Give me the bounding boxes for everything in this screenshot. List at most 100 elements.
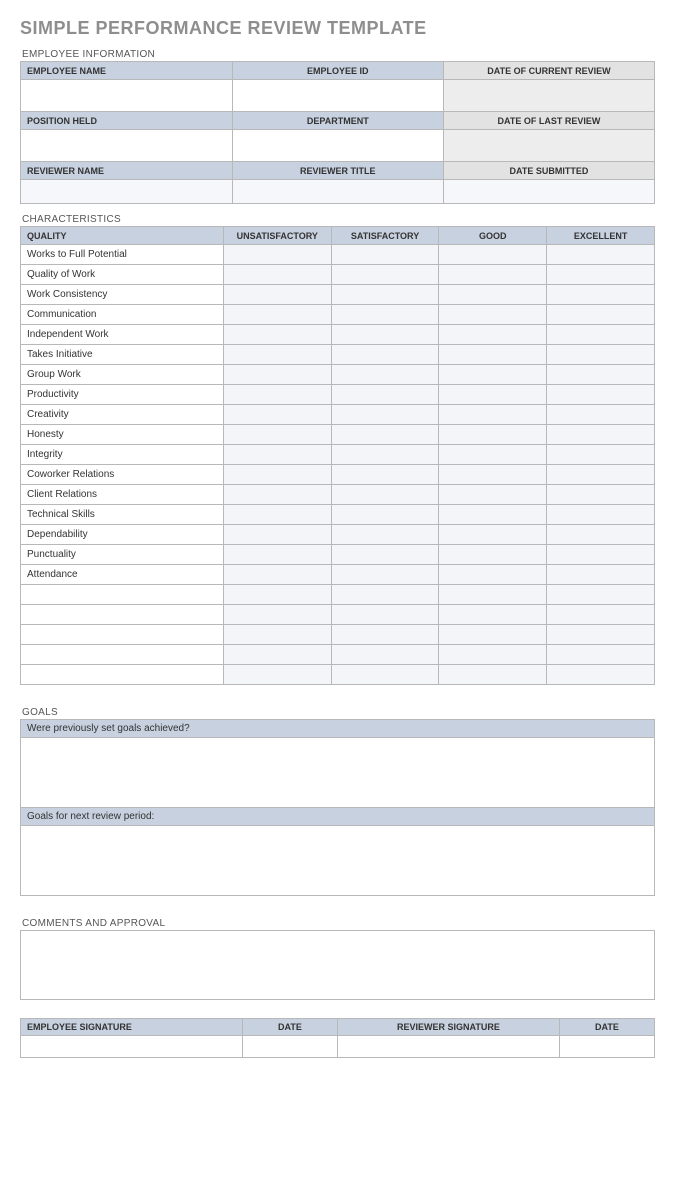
rating-cell[interactable] bbox=[331, 405, 439, 425]
rating-cell[interactable] bbox=[547, 265, 655, 285]
rating-cell[interactable] bbox=[547, 525, 655, 545]
rating-cell[interactable] bbox=[331, 525, 439, 545]
rating-cell[interactable] bbox=[223, 525, 331, 545]
rating-cell[interactable] bbox=[331, 605, 439, 625]
rating-cell[interactable] bbox=[223, 325, 331, 345]
rating-cell[interactable] bbox=[331, 485, 439, 505]
rating-cell[interactable] bbox=[223, 645, 331, 665]
rating-cell[interactable] bbox=[439, 245, 547, 265]
rating-cell[interactable] bbox=[223, 425, 331, 445]
field-employee-id[interactable] bbox=[232, 80, 443, 112]
rating-cell[interactable] bbox=[439, 625, 547, 645]
rating-cell[interactable] bbox=[439, 425, 547, 445]
rating-cell[interactable] bbox=[223, 445, 331, 465]
rating-cell[interactable] bbox=[439, 485, 547, 505]
rating-cell[interactable] bbox=[223, 545, 331, 565]
rating-cell[interactable] bbox=[331, 505, 439, 525]
rating-cell[interactable] bbox=[223, 265, 331, 285]
field-date-2[interactable] bbox=[559, 1036, 654, 1058]
rating-cell[interactable] bbox=[223, 565, 331, 585]
rating-cell[interactable] bbox=[547, 305, 655, 325]
rating-cell[interactable] bbox=[439, 305, 547, 325]
field-goals-prev[interactable] bbox=[21, 738, 655, 808]
rating-cell[interactable] bbox=[439, 565, 547, 585]
rating-cell[interactable] bbox=[331, 325, 439, 345]
rating-cell[interactable] bbox=[547, 245, 655, 265]
rating-cell[interactable] bbox=[547, 585, 655, 605]
rating-cell[interactable] bbox=[439, 265, 547, 285]
rating-cell[interactable] bbox=[439, 545, 547, 565]
field-employee-signature[interactable] bbox=[21, 1036, 243, 1058]
field-reviewer-name[interactable] bbox=[21, 180, 233, 204]
rating-cell[interactable] bbox=[223, 585, 331, 605]
field-reviewer-signature[interactable] bbox=[337, 1036, 559, 1058]
rating-cell[interactable] bbox=[223, 665, 331, 685]
rating-cell[interactable] bbox=[439, 665, 547, 685]
rating-cell[interactable] bbox=[439, 325, 547, 345]
rating-cell[interactable] bbox=[223, 485, 331, 505]
rating-cell[interactable] bbox=[439, 505, 547, 525]
rating-cell[interactable] bbox=[547, 325, 655, 345]
rating-cell[interactable] bbox=[331, 305, 439, 325]
rating-cell[interactable] bbox=[547, 505, 655, 525]
rating-cell[interactable] bbox=[223, 285, 331, 305]
rating-cell[interactable] bbox=[331, 425, 439, 445]
rating-cell[interactable] bbox=[223, 365, 331, 385]
rating-cell[interactable] bbox=[223, 505, 331, 525]
rating-cell[interactable] bbox=[223, 305, 331, 325]
rating-cell[interactable] bbox=[547, 625, 655, 645]
rating-cell[interactable] bbox=[547, 605, 655, 625]
rating-cell[interactable] bbox=[331, 465, 439, 485]
rating-cell[interactable] bbox=[223, 405, 331, 425]
rating-cell[interactable] bbox=[331, 445, 439, 465]
field-department[interactable] bbox=[232, 130, 443, 162]
rating-cell[interactable] bbox=[547, 365, 655, 385]
rating-cell[interactable] bbox=[331, 665, 439, 685]
rating-cell[interactable] bbox=[331, 265, 439, 285]
field-date-submitted[interactable] bbox=[443, 180, 654, 204]
rating-cell[interactable] bbox=[439, 345, 547, 365]
rating-cell[interactable] bbox=[439, 445, 547, 465]
rating-cell[interactable] bbox=[439, 465, 547, 485]
rating-cell[interactable] bbox=[223, 385, 331, 405]
rating-cell[interactable] bbox=[331, 585, 439, 605]
rating-cell[interactable] bbox=[547, 465, 655, 485]
rating-cell[interactable] bbox=[331, 285, 439, 305]
rating-cell[interactable] bbox=[331, 365, 439, 385]
field-reviewer-title[interactable] bbox=[232, 180, 443, 204]
rating-cell[interactable] bbox=[439, 385, 547, 405]
rating-cell[interactable] bbox=[439, 605, 547, 625]
rating-cell[interactable] bbox=[547, 425, 655, 445]
rating-cell[interactable] bbox=[331, 565, 439, 585]
rating-cell[interactable] bbox=[223, 625, 331, 645]
rating-cell[interactable] bbox=[439, 285, 547, 305]
rating-cell[interactable] bbox=[439, 365, 547, 385]
rating-cell[interactable] bbox=[331, 625, 439, 645]
field-goals-next[interactable] bbox=[21, 826, 655, 896]
rating-cell[interactable] bbox=[547, 385, 655, 405]
rating-cell[interactable] bbox=[547, 545, 655, 565]
rating-cell[interactable] bbox=[547, 405, 655, 425]
rating-cell[interactable] bbox=[439, 525, 547, 545]
rating-cell[interactable] bbox=[547, 445, 655, 465]
field-date-current-review[interactable] bbox=[443, 80, 654, 112]
rating-cell[interactable] bbox=[223, 345, 331, 365]
field-position-held[interactable] bbox=[21, 130, 233, 162]
rating-cell[interactable] bbox=[331, 345, 439, 365]
field-date-1[interactable] bbox=[242, 1036, 337, 1058]
rating-cell[interactable] bbox=[223, 605, 331, 625]
field-employee-name[interactable] bbox=[21, 80, 233, 112]
rating-cell[interactable] bbox=[547, 665, 655, 685]
rating-cell[interactable] bbox=[547, 345, 655, 365]
rating-cell[interactable] bbox=[547, 645, 655, 665]
field-comments[interactable] bbox=[20, 930, 655, 1000]
rating-cell[interactable] bbox=[331, 385, 439, 405]
rating-cell[interactable] bbox=[439, 405, 547, 425]
rating-cell[interactable] bbox=[547, 485, 655, 505]
rating-cell[interactable] bbox=[439, 645, 547, 665]
rating-cell[interactable] bbox=[223, 245, 331, 265]
rating-cell[interactable] bbox=[331, 645, 439, 665]
rating-cell[interactable] bbox=[331, 245, 439, 265]
rating-cell[interactable] bbox=[331, 545, 439, 565]
rating-cell[interactable] bbox=[547, 565, 655, 585]
